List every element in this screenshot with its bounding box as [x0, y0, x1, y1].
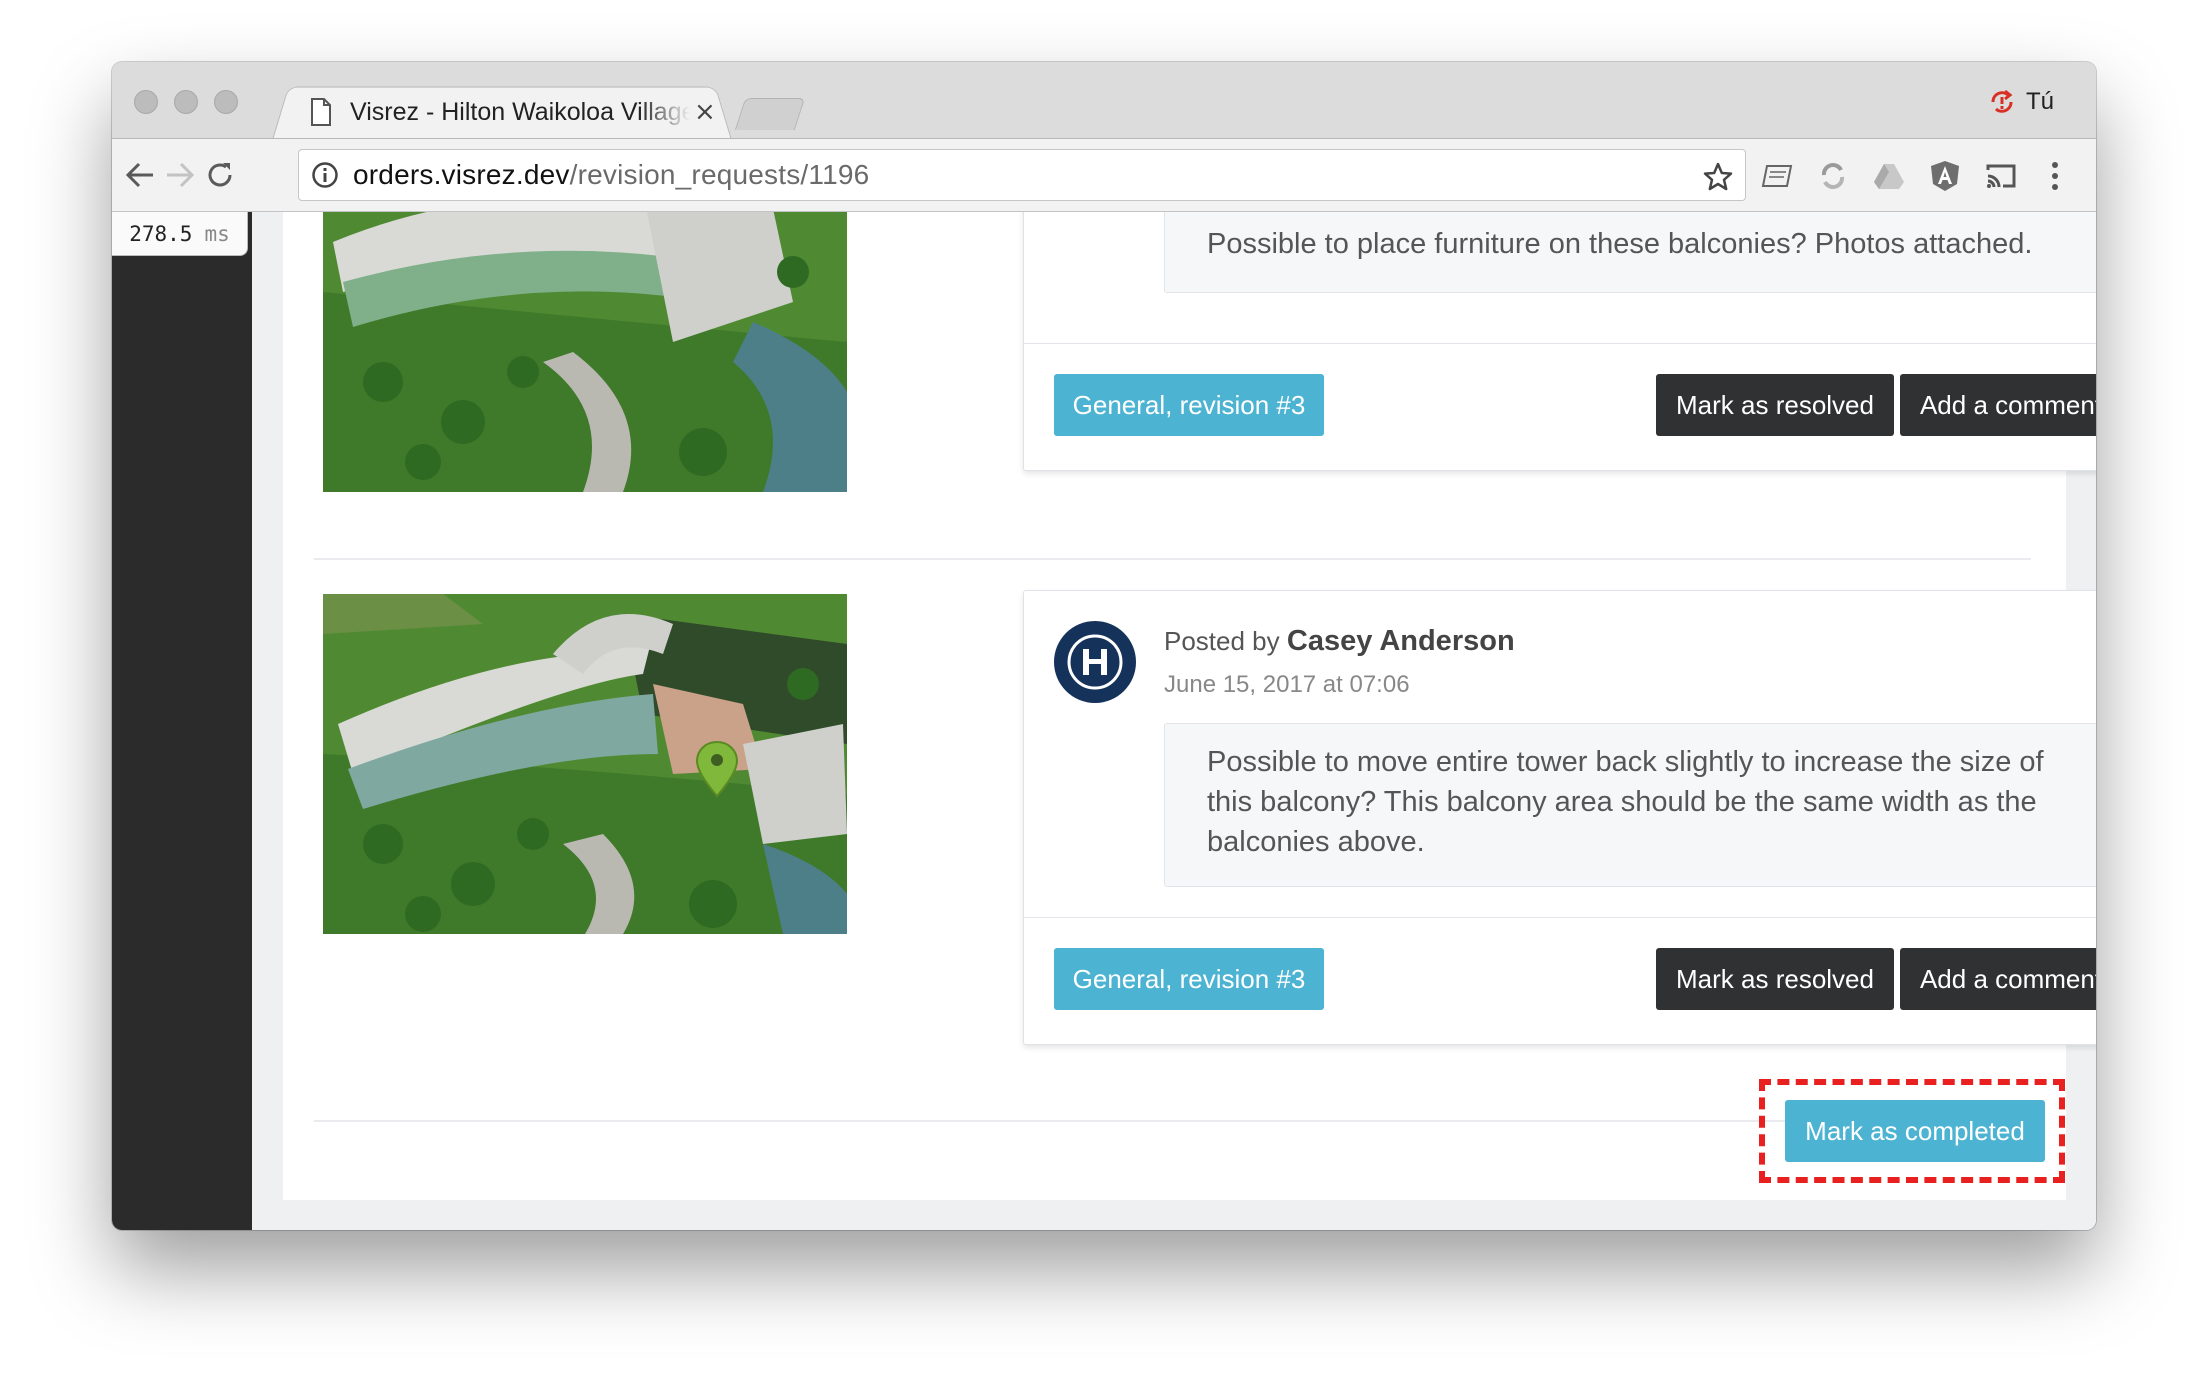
mark-resolved-button[interactable]: Mark as resolved: [1656, 374, 1894, 436]
revision-tag-button[interactable]: General, revision #3: [1054, 374, 1324, 436]
extension-button[interactable]: [1760, 159, 1794, 193]
add-comment-button[interactable]: Add a comment: [1900, 948, 2096, 1010]
extension-button[interactable]: [1816, 159, 1850, 193]
cast-icon: [1986, 164, 2016, 188]
mark-completed-button[interactable]: Mark as completed: [1785, 1100, 2045, 1162]
revision-request-card: Possible to place furniture on these bal…: [1023, 212, 2096, 471]
card-footer: General, revision #3 Mark as resolved Ad…: [1024, 918, 2096, 1044]
forward-button[interactable]: [160, 155, 200, 195]
profile-button[interactable]: Tú: [1988, 88, 2054, 116]
render-timing: 278.5 ms: [112, 212, 248, 256]
card-footer: General, revision #3 Mark as resolved Ad…: [1024, 344, 2096, 470]
posted-by: Posted by Casey Anderson: [1164, 625, 1515, 658]
star-icon[interactable]: [1703, 162, 1733, 192]
card-body: Possible to place furniture on these bal…: [1024, 212, 2096, 343]
sync-error-icon: [1991, 89, 2013, 113]
forward-icon: [167, 162, 195, 188]
extension-button[interactable]: [1872, 159, 1906, 193]
author-name[interactable]: Casey Anderson: [1287, 625, 1515, 657]
post-timestamp: June 15, 2017 at 07:06: [1164, 671, 1410, 698]
menu-icon: [2052, 162, 2058, 190]
new-tab-button[interactable]: [734, 98, 806, 130]
revision-render-image[interactable]: [323, 594, 847, 934]
reload-button[interactable]: [200, 155, 240, 195]
back-icon: [125, 162, 153, 188]
hotel-render: [323, 594, 847, 934]
cast-button[interactable]: [1984, 159, 2018, 193]
zoom-window-button[interactable]: [214, 90, 238, 114]
url-host: orders.visrez.dev: [353, 159, 570, 190]
active-tab-content[interactable]: Visrez - Hilton Waikoloa Village ×: [290, 86, 730, 138]
mark-resolved-button[interactable]: Mark as resolved: [1656, 948, 1894, 1010]
angular-icon: [1931, 161, 1959, 191]
comment-text: Possible to place furniture on these bal…: [1164, 212, 2096, 293]
minimize-window-button[interactable]: [174, 90, 198, 114]
url-text: orders.visrez.dev/revision_requests/1196: [353, 159, 869, 191]
drive-icon: [1874, 164, 1904, 189]
add-comment-button[interactable]: Add a comment: [1900, 374, 2096, 436]
address-bar[interactable]: orders.visrez.dev/revision_requests/1196: [298, 149, 1746, 201]
url-path: /revision_requests/1196: [569, 159, 870, 190]
posted-prefix: Posted by: [1164, 626, 1280, 656]
dev-sidebar: [112, 212, 252, 1230]
back-button[interactable]: [120, 155, 160, 195]
page-viewport: 278.5 ms Possible to place furniture on …: [112, 212, 2096, 1230]
revision-tag-button[interactable]: General, revision #3: [1054, 948, 1324, 1010]
browser-window: Visrez - Hilton Waikoloa Village × Tú or…: [112, 62, 2096, 1230]
extension-button[interactable]: [1928, 159, 1962, 193]
hotel-render: [323, 212, 847, 492]
extension-sync-icon: [1821, 163, 1845, 189]
browser-toolbar: orders.visrez.dev/revision_requests/1196: [112, 138, 2096, 212]
revision-render-image[interactable]: [323, 212, 847, 492]
comment-text: Possible to move entire tower back sligh…: [1164, 723, 2096, 887]
avatar: [1054, 621, 1136, 703]
tab-title: Visrez - Hilton Waikoloa Village: [350, 97, 690, 126]
reload-icon: [208, 163, 232, 187]
browser-menu-button[interactable]: [2038, 159, 2072, 193]
timing-value: 278.5: [129, 221, 193, 246]
card-body: Posted by Casey Anderson June 15, 2017 a…: [1024, 591, 2096, 917]
close-window-button[interactable]: [134, 90, 158, 114]
extension-notes-icon: [1761, 165, 1793, 187]
hilton-logo: [1067, 634, 1123, 690]
info-icon[interactable]: [311, 161, 339, 189]
revision-request-card: Posted by Casey Anderson June 15, 2017 a…: [1023, 590, 2096, 1045]
main-content: Possible to place furniture on these bal…: [283, 212, 2096, 1200]
close-icon[interactable]: ×: [694, 97, 716, 127]
tab-strip: Visrez - Hilton Waikoloa Village × Tú: [112, 62, 2096, 140]
section-divider: [314, 558, 2031, 560]
timing-unit: ms: [204, 221, 230, 246]
profile-name: Tú: [2025, 88, 2054, 115]
page-icon: [311, 98, 331, 126]
